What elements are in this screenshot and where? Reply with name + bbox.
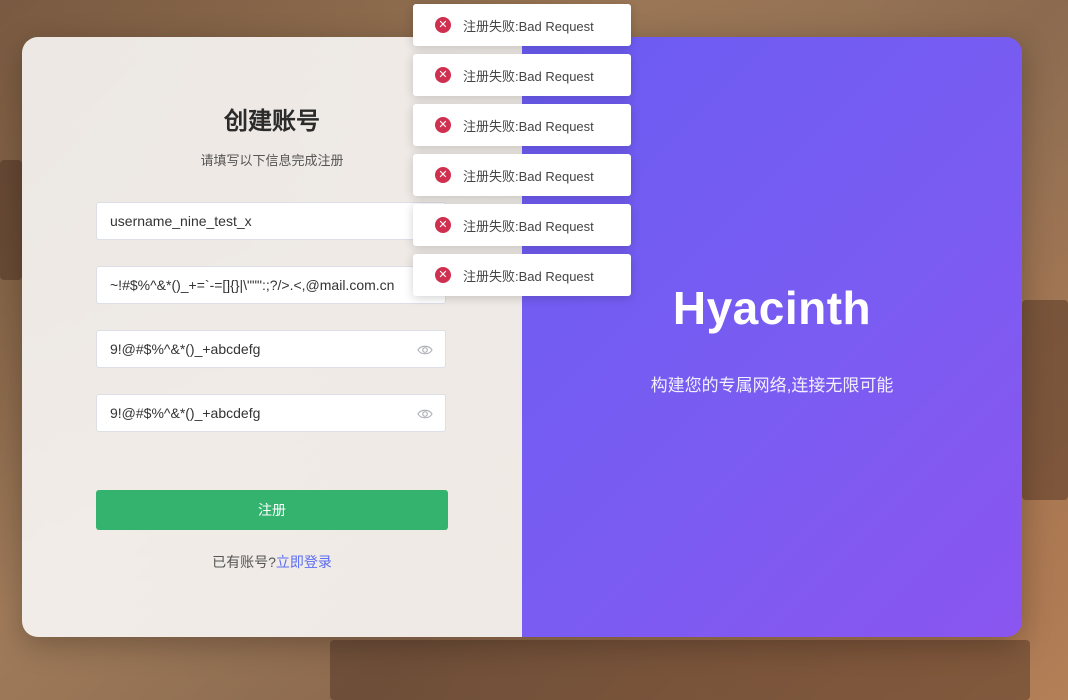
- error-toast: ✕ 注册失败:Bad Request: [413, 4, 631, 46]
- toast-message: 注册失败:Bad Request: [463, 118, 594, 134]
- toast-message: 注册失败:Bad Request: [463, 268, 594, 284]
- error-toast: ✕ 注册失败:Bad Request: [413, 254, 631, 296]
- brand-tagline: 构建您的专属网络,连接无限可能: [650, 376, 894, 395]
- toast-message: 注册失败:Bad Request: [463, 68, 594, 84]
- bookshelf-left: [0, 160, 22, 280]
- eye-icon[interactable]: [417, 343, 433, 357]
- username-input[interactable]: [97, 203, 445, 239]
- toast-stack: ✕ 注册失败:Bad Request ✕ 注册失败:Bad Request ✕ …: [413, 4, 631, 304]
- password-input[interactable]: [97, 331, 445, 367]
- error-toast: ✕ 注册失败:Bad Request: [413, 104, 631, 146]
- eye-icon[interactable]: [417, 407, 433, 421]
- error-icon: ✕: [435, 217, 451, 233]
- error-toast: ✕ 注册失败:Bad Request: [413, 204, 631, 246]
- login-prompt-row: 已有账号?立即登录: [22, 552, 522, 572]
- register-button[interactable]: 注册: [96, 490, 448, 530]
- confirm-password-field[interactable]: [96, 394, 446, 432]
- bookshelf-right: [1022, 300, 1068, 500]
- error-icon: ✕: [435, 17, 451, 33]
- toast-message: 注册失败:Bad Request: [463, 18, 594, 34]
- email-input[interactable]: [97, 267, 445, 303]
- confirm-password-input[interactable]: [97, 395, 445, 431]
- error-icon: ✕: [435, 117, 451, 133]
- username-field[interactable]: [96, 202, 446, 240]
- error-icon: ✕: [435, 267, 451, 283]
- login-prompt-text: 已有账号?: [212, 554, 276, 570]
- password-field[interactable]: [96, 330, 446, 368]
- email-field[interactable]: [96, 266, 446, 304]
- login-link[interactable]: 立即登录: [276, 554, 332, 570]
- error-icon: ✕: [435, 67, 451, 83]
- toast-message: 注册失败:Bad Request: [463, 218, 594, 234]
- error-toast: ✕ 注册失败:Bad Request: [413, 54, 631, 96]
- error-icon: ✕: [435, 167, 451, 183]
- toast-message: 注册失败:Bad Request: [463, 168, 594, 184]
- desk-books: [330, 640, 1030, 700]
- error-toast: ✕ 注册失败:Bad Request: [413, 154, 631, 196]
